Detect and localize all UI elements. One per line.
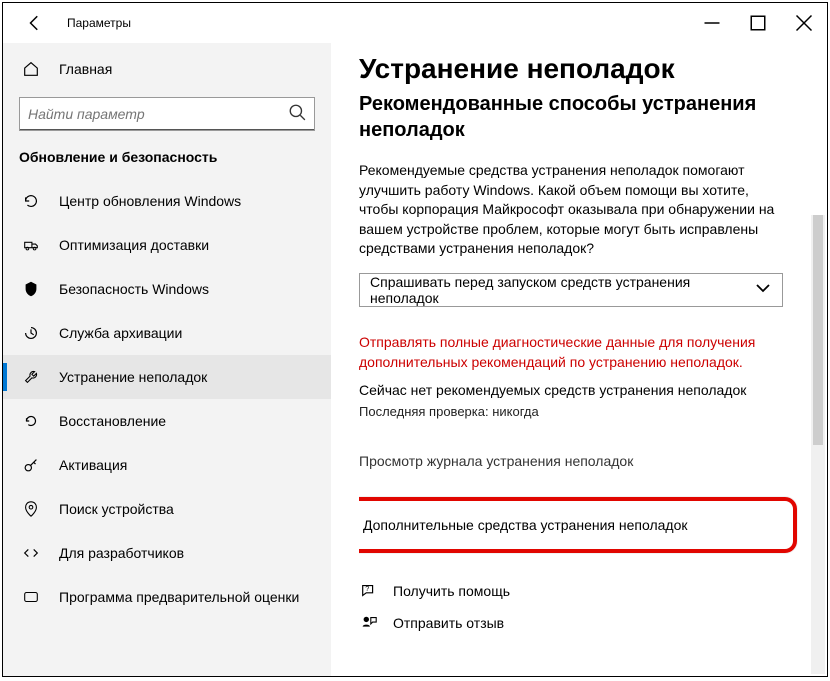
- sidebar-item-label: Служба архивации: [59, 325, 182, 341]
- sidebar-item-developers[interactable]: Для разработчиков: [3, 531, 331, 575]
- main-content: Устранение неполадок Рекомендованные спо…: [331, 43, 827, 676]
- sidebar-item-activation[interactable]: Активация: [3, 443, 331, 487]
- diagnostic-warning[interactable]: Отправлять полные диагностические данные…: [359, 333, 783, 372]
- help-label: Получить помощь: [393, 583, 510, 599]
- sidebar-item-label: Устранение неполадок: [59, 369, 207, 385]
- sidebar-item-delivery-optimization[interactable]: Оптимизация доставки: [3, 223, 331, 267]
- search-input[interactable]: [28, 106, 288, 122]
- help-icon: ?: [359, 581, 379, 601]
- sidebar-item-find-device[interactable]: Поиск устройства: [3, 487, 331, 531]
- history-link[interactable]: Просмотр журнала устранения неполадок: [359, 453, 783, 469]
- dropdown-value: Спрашивать перед запуском средств устран…: [370, 274, 754, 306]
- sidebar-item-label: Центр обновления Windows: [59, 193, 241, 209]
- sidebar-item-recovery[interactable]: Восстановление: [3, 399, 331, 443]
- page-subtitle: Рекомендованные способы устранения непол…: [359, 91, 783, 143]
- sidebar-item-label: Для разработчиков: [59, 545, 184, 561]
- minimize-button[interactable]: [689, 3, 735, 43]
- search-icon: [288, 103, 306, 126]
- sidebar-item-windows-update[interactable]: Центр обновления Windows: [3, 179, 331, 223]
- sidebar-item-backup[interactable]: Служба архивации: [3, 311, 331, 355]
- sidebar-item-troubleshoot[interactable]: Устранение неполадок: [3, 355, 331, 399]
- insider-icon: [21, 587, 41, 607]
- description-text: Рекомендуемые средства устранения непола…: [359, 161, 783, 259]
- backup-icon: [21, 323, 41, 343]
- get-help-link[interactable]: ? Получить помощь: [359, 581, 783, 601]
- scrollbar[interactable]: [811, 215, 825, 674]
- sidebar-home-label: Главная: [59, 61, 112, 77]
- sidebar-item-label: Поиск устройства: [59, 501, 174, 517]
- svg-text:?: ?: [365, 584, 369, 593]
- close-button[interactable]: [781, 3, 827, 43]
- send-feedback-link[interactable]: Отправить отзыв: [359, 613, 783, 633]
- delivery-icon: [21, 235, 41, 255]
- last-check-text: Последняя проверка: никогда: [359, 404, 783, 419]
- home-icon: [21, 59, 41, 79]
- page-title: Устранение неполадок: [359, 53, 783, 85]
- recommendation-mode-dropdown[interactable]: Спрашивать перед запуском средств устран…: [359, 273, 783, 307]
- sync-icon: [21, 191, 41, 211]
- sidebar-item-insider[interactable]: Программа предварительной оценки: [3, 575, 331, 619]
- search-input-wrap[interactable]: [19, 97, 315, 131]
- recovery-icon: [21, 411, 41, 431]
- sidebar-item-security[interactable]: Безопасность Windows: [3, 267, 331, 311]
- location-icon: [21, 499, 41, 519]
- sidebar-group-label: Обновление и безопасность: [3, 143, 331, 179]
- sidebar-item-label: Программа предварительной оценки: [59, 589, 299, 605]
- sidebar: Главная Обновление и безопасность Центр …: [3, 43, 331, 676]
- code-icon: [21, 543, 41, 563]
- sidebar-item-label: Восстановление: [59, 413, 166, 429]
- sidebar-item-label: Активация: [59, 457, 127, 473]
- wrench-icon: [21, 367, 41, 387]
- sidebar-item-label: Оптимизация доставки: [59, 237, 209, 253]
- no-recommendations-text: Сейчас нет рекомендуемых средств устране…: [359, 382, 783, 398]
- feedback-icon: [359, 613, 379, 633]
- additional-troubleshooters-link[interactable]: Дополнительные средства устранения непол…: [363, 517, 779, 533]
- app-title: Параметры: [67, 16, 131, 30]
- back-button[interactable]: [21, 9, 49, 37]
- highlighted-section: Дополнительные средства устранения непол…: [359, 497, 797, 553]
- chevron-down-icon: [754, 279, 772, 300]
- key-icon: [21, 455, 41, 475]
- sidebar-home[interactable]: Главная: [3, 49, 331, 89]
- shield-icon: [21, 279, 41, 299]
- maximize-button[interactable]: [735, 3, 781, 43]
- scroll-thumb[interactable]: [813, 215, 823, 445]
- feedback-label: Отправить отзыв: [393, 615, 504, 631]
- sidebar-item-label: Безопасность Windows: [59, 281, 209, 297]
